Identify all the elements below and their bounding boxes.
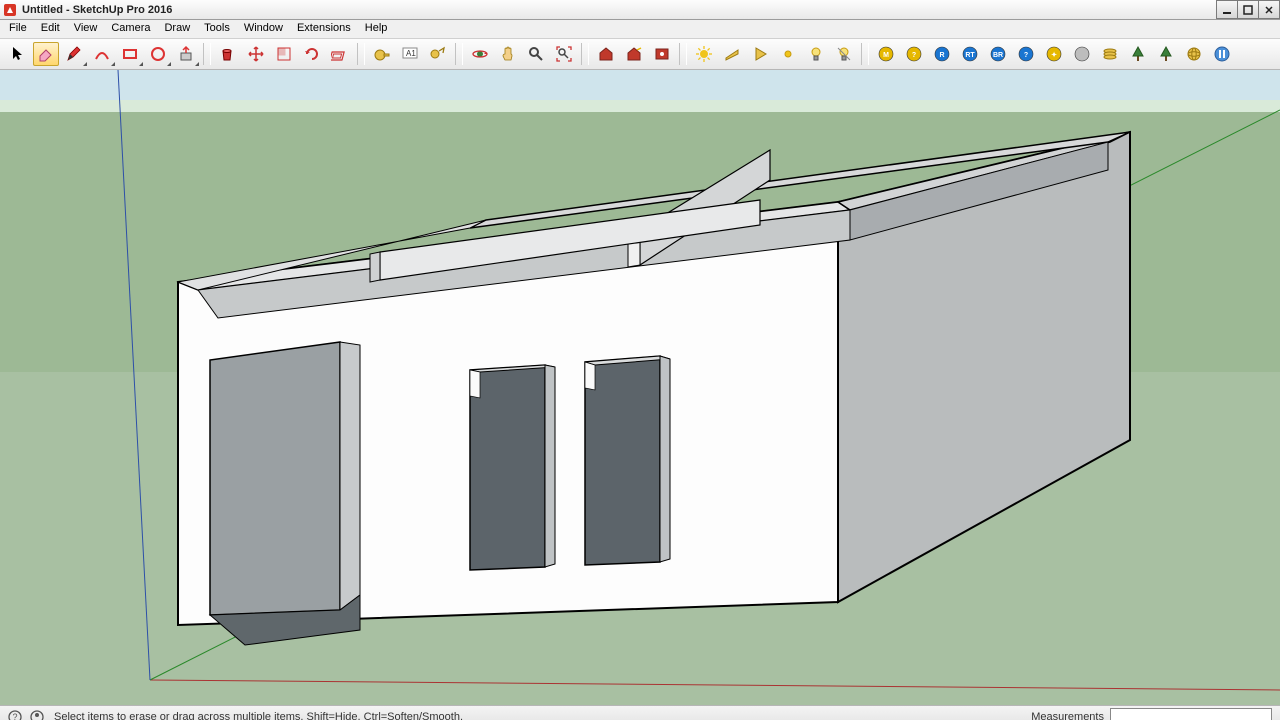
close-button[interactable] (1258, 0, 1280, 19)
sun2-tool[interactable] (775, 42, 801, 66)
menu-extensions[interactable]: Extensions (290, 20, 358, 38)
model-viewport[interactable] (0, 70, 1280, 705)
stack-tool[interactable] (1097, 42, 1123, 66)
move-tool[interactable] (243, 42, 269, 66)
badge-br[interactable]: BR (985, 42, 1011, 66)
minimize-button[interactable] (1216, 0, 1238, 19)
extension-warehouse-tool[interactable] (649, 42, 675, 66)
sun-tool[interactable] (691, 42, 717, 66)
svg-text:?: ? (1024, 52, 1028, 59)
warehouse-tool[interactable] (593, 42, 619, 66)
rectangle-tool[interactable] (117, 42, 143, 66)
status-hint: Select items to erase or drag across mul… (54, 711, 463, 720)
scale-tool[interactable] (271, 42, 297, 66)
pushpull-tool[interactable] (173, 42, 199, 66)
plane-tool[interactable] (719, 42, 745, 66)
bulb2-tool[interactable] (831, 42, 857, 66)
help-icon[interactable]: ? (6, 708, 24, 720)
text-tool[interactable]: A1 (397, 42, 423, 66)
measurements-input[interactable] (1110, 708, 1272, 720)
tape-measure-tool[interactable] (369, 42, 395, 66)
badge-qm[interactable]: ? (901, 42, 927, 66)
badge-dot[interactable] (1069, 42, 1095, 66)
offset-tool[interactable] (327, 42, 353, 66)
pan-tool[interactable] (495, 42, 521, 66)
measurements-label: Measurements (1025, 711, 1110, 720)
user-icon[interactable] (28, 708, 46, 720)
tree2-tool[interactable] (1153, 42, 1179, 66)
svg-text:RT: RT (965, 52, 975, 59)
svg-text:R: R (939, 52, 944, 59)
pause-tool[interactable] (1209, 42, 1235, 66)
badge-rt[interactable]: RT (957, 42, 983, 66)
badge-qb[interactable]: ? (1013, 42, 1039, 66)
globe-tool[interactable] (1181, 42, 1207, 66)
select-tool[interactable] (5, 42, 31, 66)
window-titlebar: Untitled - SketchUp Pro 2016 (0, 0, 1280, 20)
arc-tool[interactable] (89, 42, 115, 66)
menu-view[interactable]: View (67, 20, 105, 38)
menu-edit[interactable]: Edit (34, 20, 67, 38)
menu-help[interactable]: Help (358, 20, 395, 38)
paint-bucket-tool[interactable] (215, 42, 241, 66)
menu-file[interactable]: File (2, 20, 34, 38)
menu-bar: FileEditViewCameraDrawToolsWindowExtensi… (0, 20, 1280, 39)
menu-draw[interactable]: Draw (157, 20, 197, 38)
dimension-tool[interactable] (425, 42, 451, 66)
menu-camera[interactable]: Camera (104, 20, 157, 38)
badge-gear[interactable]: ✦ (1041, 42, 1067, 66)
svg-text:?: ? (912, 52, 916, 59)
toolbar-separator (203, 43, 211, 65)
app-icon (2, 2, 18, 18)
toolbar-separator (455, 43, 463, 65)
svg-text:M: M (883, 52, 889, 59)
tree1-tool[interactable] (1125, 42, 1151, 66)
status-bar: ? Select items to erase or drag across m… (0, 705, 1280, 720)
svg-text:✦: ✦ (1051, 51, 1057, 59)
menu-tools[interactable]: Tools (197, 20, 237, 38)
main-toolbar: A1 M? R RT BR? ✦ (0, 39, 1280, 70)
play-tool[interactable] (747, 42, 773, 66)
menu-window[interactable]: Window (237, 20, 290, 38)
window-controls (1217, 0, 1280, 19)
dropdown-caret-icon (195, 62, 199, 66)
orbit-tool[interactable] (467, 42, 493, 66)
dropdown-caret-icon (139, 62, 143, 66)
circle-tool[interactable] (145, 42, 171, 66)
maximize-button[interactable] (1237, 0, 1259, 19)
toolbar-separator (861, 43, 869, 65)
warehouse2-tool[interactable] (621, 42, 647, 66)
bulb-tool[interactable] (803, 42, 829, 66)
svg-text:A1: A1 (406, 49, 416, 58)
window-title: Untitled - SketchUp Pro 2016 (22, 4, 172, 16)
svg-text:?: ? (12, 712, 17, 720)
zoom-extents-tool[interactable] (551, 42, 577, 66)
zoom-tool[interactable] (523, 42, 549, 66)
eraser-tool[interactable] (33, 42, 59, 66)
line-tool[interactable] (61, 42, 87, 66)
badge-m[interactable]: M (873, 42, 899, 66)
badge-r[interactable]: R (929, 42, 955, 66)
dropdown-caret-icon (83, 62, 87, 66)
dropdown-caret-icon (111, 62, 115, 66)
dropdown-caret-icon (167, 62, 171, 66)
rotate-tool[interactable] (299, 42, 325, 66)
toolbar-separator (679, 43, 687, 65)
svg-text:BR: BR (993, 52, 1003, 59)
toolbar-separator (581, 43, 589, 65)
toolbar-separator (357, 43, 365, 65)
